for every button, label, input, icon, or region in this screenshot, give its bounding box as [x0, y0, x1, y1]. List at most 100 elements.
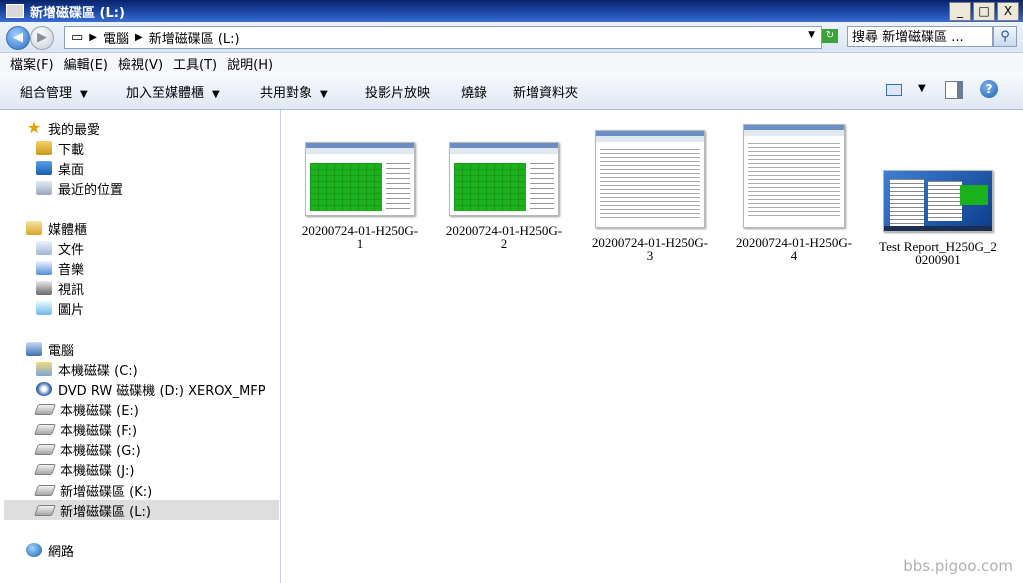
menu-view[interactable]: 檢視(V) — [118, 54, 163, 73]
green-scan-grid — [454, 163, 526, 211]
command-bar: 組合管理 ▼ 加入至媒體櫃 ▼ 共用對象 ▼ 投影片放映 燒錄 新增資料夾 ▼ ? — [0, 73, 1023, 110]
refresh-icon[interactable]: ↻ — [822, 29, 838, 43]
nav-favorites[interactable]: ★ 我的最愛 — [26, 118, 305, 138]
nav-item-drive-c[interactable]: 本機磁碟 (C:) — [36, 359, 315, 379]
file-list-area[interactable]: 20200724-01-H250G-1 20200724-01-H250G-2 … — [281, 110, 1023, 583]
nav-item-music[interactable]: 音樂 — [36, 258, 315, 278]
slideshow-button[interactable]: 投影片放映 — [365, 82, 430, 101]
new-folder-button[interactable]: 新增資料夾 — [513, 82, 578, 101]
nav-item-desktop[interactable]: 桌面 — [36, 158, 315, 178]
nav-network[interactable]: 網路 — [26, 540, 305, 560]
hard-drive-icon — [33, 443, 57, 455]
burn-button[interactable]: 燒錄 — [461, 82, 487, 101]
hard-drive-icon — [33, 463, 57, 475]
help-icon[interactable]: ? — [980, 80, 998, 98]
share-with-button[interactable]: 共用對象 ▼ — [260, 82, 328, 101]
nav-computer[interactable]: 電腦 — [26, 339, 305, 359]
nav-item-drive-j[interactable]: 本機磁碟 (J:) — [33, 459, 315, 479]
organize-button[interactable]: 組合管理 ▼ — [20, 82, 88, 101]
image-thumbnail — [449, 142, 559, 216]
menu-help[interactable]: 說明(H) — [227, 54, 273, 73]
nav-item-label: 本機磁碟 (J:) — [60, 463, 135, 479]
file-item[interactable]: 20200724-01-H250G-1 — [301, 142, 419, 250]
forward-button[interactable]: ▶ — [30, 26, 54, 50]
change-view-icon[interactable] — [886, 84, 902, 96]
music-icon — [36, 261, 52, 275]
file-item[interactable]: 20200724-01-H250G-2 — [445, 142, 563, 250]
nav-item-label: 桌面 — [58, 162, 85, 178]
nav-item-label: 圖片 — [58, 302, 85, 318]
menu-file[interactable]: 檔案(F) — [10, 54, 54, 73]
nav-item-downloads[interactable]: 下載 — [36, 138, 315, 158]
window-controls: _ □ X — [949, 2, 1019, 21]
add-to-library-button[interactable]: 加入至媒體櫃 ▼ — [126, 82, 220, 101]
maximize-button[interactable]: □ — [973, 2, 995, 21]
nav-item-drive-k[interactable]: 新增磁碟區 (K:) — [33, 480, 315, 500]
chevron-down-icon: ▼ — [212, 89, 220, 100]
file-item[interactable]: Test Report_H250G_20200901 — [879, 170, 997, 266]
image-thumbnail — [305, 142, 415, 216]
nav-network-label: 網路 — [48, 544, 75, 560]
address-box[interactable]: ▭ ▶ 電腦 ▶ 新增磁碟區 (L:) ▼ — [64, 26, 822, 49]
chevron-down-icon[interactable]: ▼ — [918, 83, 926, 94]
nav-item-videos[interactable]: 視訊 — [36, 278, 315, 298]
hard-drive-icon — [33, 423, 57, 435]
share-with-label: 共用對象 — [260, 86, 313, 101]
nav-item-drive-f[interactable]: 本機磁碟 (F:) — [33, 419, 315, 439]
file-item[interactable]: 20200724-01-H250G-4 — [735, 124, 853, 262]
file-name: 20200724-01-H250G-2 — [445, 223, 563, 251]
recent-places-icon — [36, 181, 52, 195]
breadcrumb-current[interactable]: 新增磁碟區 (L:) — [149, 28, 240, 47]
window-titlebar[interactable]: 新增磁碟區 (L:) _ □ X — [0, 0, 1023, 22]
chevron-down-icon: ▼ — [80, 89, 88, 100]
file-name: 20200724-01-H250G-3 — [591, 235, 709, 263]
search-input[interactable]: 搜尋 新增磁碟區 ... — [847, 26, 993, 47]
nav-item-label: 新增磁碟區 (L:) — [60, 504, 151, 520]
menu-edit[interactable]: 編輯(E) — [64, 54, 108, 73]
nav-item-drive-e[interactable]: 本機磁碟 (E:) — [33, 399, 315, 419]
image-thumbnail — [595, 130, 705, 228]
chevron-down-icon[interactable]: ▼ — [808, 30, 815, 40]
nav-item-label: 下載 — [58, 142, 85, 158]
search-icon[interactable]: ⚲ — [993, 26, 1017, 47]
downloads-folder-icon — [36, 141, 52, 155]
nav-favorites-label: 我的最愛 — [48, 122, 101, 138]
drive-small-icon: ▭ — [71, 30, 84, 45]
nav-item-documents[interactable]: 文件 — [36, 238, 315, 258]
chevron-right-icon[interactable]: ▶ — [135, 32, 143, 43]
network-icon — [26, 543, 42, 557]
nav-item-recent[interactable]: 最近的位置 — [36, 178, 315, 198]
nav-item-drive-g[interactable]: 本機磁碟 (G:) — [33, 439, 315, 459]
nav-libraries-label: 媒體櫃 — [48, 222, 88, 238]
dvd-drive-icon — [36, 382, 52, 396]
file-name: Test Report_H250G_20200901 — [879, 239, 997, 267]
nav-item-drive-d[interactable]: DVD RW 磁碟機 (D:) XEROX_MFP — [36, 379, 315, 399]
nav-item-label: 最近的位置 — [58, 182, 124, 198]
breadcrumb-computer[interactable]: 電腦 — [103, 28, 129, 47]
nav-item-label: 文件 — [58, 242, 85, 258]
image-thumbnail — [883, 170, 993, 232]
nav-item-pictures[interactable]: 圖片 — [36, 298, 315, 318]
nav-item-label: 本機磁碟 (E:) — [60, 403, 139, 419]
chevron-right-icon[interactable]: ▶ — [89, 32, 97, 43]
hard-drive-icon — [33, 484, 57, 496]
nav-item-label: 本機磁碟 (C:) — [58, 363, 138, 379]
nav-item-label: 新增磁碟區 (K:) — [60, 484, 153, 500]
nav-item-drive-l[interactable]: 新增磁碟區 (L:) — [4, 500, 279, 520]
close-button[interactable]: X — [997, 2, 1019, 21]
star-icon: ★ — [26, 118, 42, 137]
back-button[interactable]: ◀ — [6, 26, 30, 50]
menu-tools[interactable]: 工具(T) — [173, 54, 217, 73]
nav-libraries[interactable]: 媒體櫃 — [26, 218, 305, 238]
file-item[interactable]: 20200724-01-H250G-3 — [591, 130, 709, 262]
address-bar-row: ◀ ▶ ▭ ▶ 電腦 ▶ 新增磁碟區 (L:) ▼ ↻ 搜尋 新增磁碟區 ...… — [0, 22, 1023, 53]
drive-icon — [6, 4, 24, 18]
nav-item-label: 音樂 — [58, 262, 85, 278]
minimize-button[interactable]: _ — [949, 2, 971, 21]
preview-pane-icon[interactable] — [945, 81, 963, 99]
file-name: 20200724-01-H250G-1 — [301, 223, 419, 251]
image-thumbnail — [743, 124, 845, 228]
desktop-icon — [36, 161, 52, 175]
nav-computer-label: 電腦 — [48, 343, 75, 359]
system-drive-icon — [36, 362, 52, 376]
